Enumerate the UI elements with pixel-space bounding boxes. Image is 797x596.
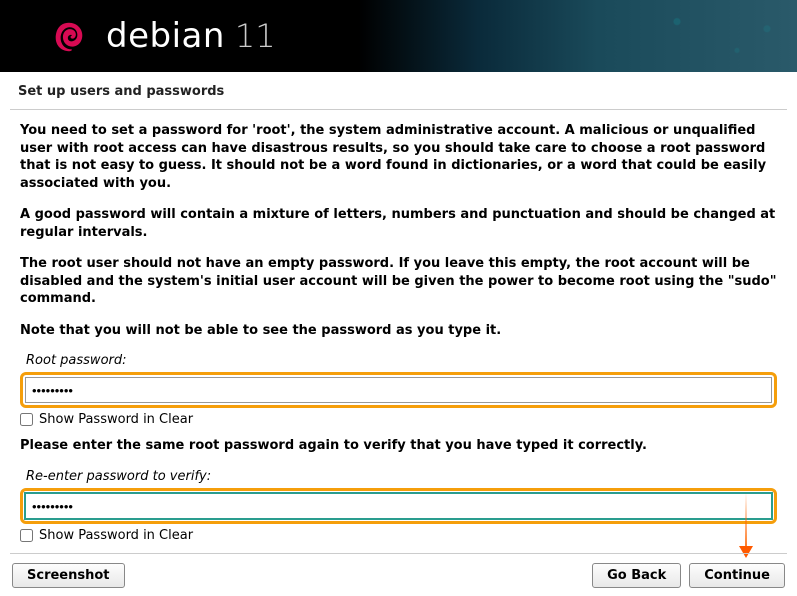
verify-prompt: Please enter the same root password agai… <box>20 437 777 455</box>
nav-button-group: Go Back Continue <box>592 563 785 588</box>
intro-para-4: Note that you will not be able to see th… <box>20 322 777 340</box>
step-title: Set up users and passwords <box>0 72 797 109</box>
root-password-label: Root password: <box>26 353 777 368</box>
continue-button[interactable]: Continue <box>689 563 785 588</box>
show-root-password-checkbox[interactable] <box>20 413 33 426</box>
verify-password-label: Re-enter password to verify: <box>26 469 777 484</box>
annotation-arrow <box>745 492 747 556</box>
root-password-highlight <box>20 372 777 408</box>
intro-para-3: The root user should not have an empty p… <box>20 255 777 308</box>
verify-password-highlight <box>20 488 777 524</box>
show-root-password-label: Show Password in Clear <box>39 412 193 427</box>
intro-para-2: A good password will contain a mixture o… <box>20 206 777 241</box>
go-back-button[interactable]: Go Back <box>592 563 681 588</box>
show-root-password-row[interactable]: Show Password in Clear <box>20 412 777 427</box>
footer-bar: Screenshot Go Back Continue <box>0 563 797 588</box>
show-verify-password-row[interactable]: Show Password in Clear <box>20 528 777 543</box>
show-verify-password-checkbox[interactable] <box>20 529 33 542</box>
debian-swirl-logo <box>50 17 88 55</box>
brand-name: debian <box>106 16 225 56</box>
screenshot-button[interactable]: Screenshot <box>12 563 125 588</box>
brand-version: 11 <box>235 17 276 55</box>
divider-bottom <box>10 553 787 554</box>
show-verify-password-label: Show Password in Clear <box>39 528 193 543</box>
main-panel: You need to set a password for 'root', t… <box>0 110 797 543</box>
intro-para-1: You need to set a password for 'root', t… <box>20 122 777 192</box>
root-password-input[interactable] <box>25 377 772 403</box>
verify-password-input[interactable] <box>25 493 772 519</box>
installer-header: debian 11 <box>0 0 797 72</box>
